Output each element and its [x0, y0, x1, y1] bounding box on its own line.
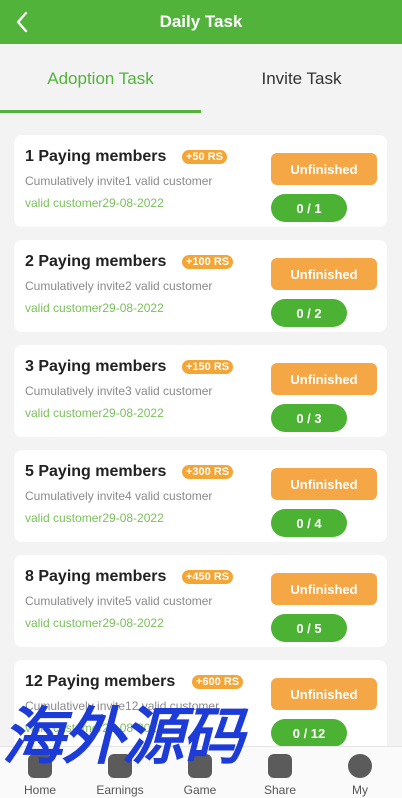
task-date: valid customer29-08-2022 — [25, 301, 164, 315]
progress-pill: 0 / 1 — [271, 194, 347, 222]
task-date: valid customer29-08-2022 — [25, 721, 164, 735]
task-card: 5 Paying members +300 RS Cumulatively in… — [14, 450, 387, 542]
tabbar-item-my[interactable]: My — [320, 747, 400, 798]
progress-pill: 0 / 4 — [271, 509, 347, 537]
tabbar-label-share: Share — [263, 783, 297, 797]
task-card: 2 Paying members +100 RS Cumulatively in… — [14, 240, 387, 332]
task-date: valid customer29-08-2022 — [25, 616, 164, 630]
reward-badge: +450 RS — [182, 570, 234, 584]
task-description: Cumulatively invite5 valid customer — [25, 594, 213, 608]
share-icon — [268, 754, 292, 778]
earnings-icon — [108, 754, 132, 778]
unfinished-button[interactable]: Unfinished — [271, 678, 377, 710]
task-card: 3 Paying members +150 RS Cumulatively in… — [14, 345, 387, 437]
unfinished-button[interactable]: Unfinished — [271, 258, 377, 290]
progress-pill: 0 / 5 — [271, 614, 347, 642]
task-card: 12 Paying members +600 RS Cumulatively i… — [14, 660, 387, 752]
progress-pill: 0 / 12 — [271, 719, 347, 747]
tabbar-item-share[interactable]: Share — [240, 747, 320, 798]
tabbar-label-game: Game — [183, 783, 217, 797]
task-date: valid customer29-08-2022 — [25, 511, 164, 525]
my-icon — [348, 754, 372, 778]
tabbar-item-game[interactable]: Game — [160, 747, 240, 798]
task-name: 12 Paying members — [25, 673, 176, 690]
page-title: Daily Task — [159, 12, 243, 31]
task-description: Cumulatively invite4 valid customer — [25, 489, 213, 503]
tab-adoption-task[interactable]: Adoption Task — [0, 44, 201, 114]
tabbar-item-earnings[interactable]: Earnings — [80, 747, 160, 798]
tabbar-item-home[interactable]: Home — [0, 747, 80, 798]
task-name: 5 Paying members — [25, 463, 167, 480]
progress-pill: 0 / 3 — [271, 404, 347, 432]
task-name: 1 Paying members — [25, 148, 167, 165]
app-header: Daily Task — [0, 0, 402, 44]
reward-badge: +150 RS — [182, 360, 234, 374]
task-name: 2 Paying members — [25, 253, 167, 270]
task-list: 1 Paying members +50 RS Cumulatively inv… — [14, 135, 387, 765]
unfinished-button[interactable]: Unfinished — [271, 363, 377, 395]
reward-badge: +100 RS — [182, 255, 234, 269]
progress-pill: 0 / 2 — [271, 299, 347, 327]
reward-badge: +50 RS — [182, 150, 227, 164]
unfinished-button[interactable]: Unfinished — [271, 573, 377, 605]
task-tabs: Adoption Task Invite Task — [0, 44, 402, 114]
task-date: valid customer29-08-2022 — [25, 406, 164, 420]
bottom-tab-bar: Home Earnings Game Share My — [0, 746, 402, 798]
task-description: Cumulatively invite3 valid customer — [25, 384, 213, 398]
task-name: 8 Paying members — [25, 568, 167, 585]
home-icon — [28, 754, 52, 778]
tabbar-label-home: Home — [23, 783, 56, 797]
tabbar-label-my: My — [352, 783, 368, 797]
task-date: valid customer29-08-2022 — [25, 196, 164, 210]
task-description: Cumulatively invite12 valid customer — [25, 699, 220, 713]
unfinished-button[interactable]: Unfinished — [271, 468, 377, 500]
task-name: 3 Paying members — [25, 358, 167, 375]
reward-badge: +600 RS — [192, 675, 244, 689]
task-card: 1 Paying members +50 RS Cumulatively inv… — [14, 135, 387, 227]
task-description: Cumulatively invite1 valid customer — [25, 174, 213, 188]
unfinished-button[interactable]: Unfinished — [271, 153, 377, 185]
task-card: 8 Paying members +450 RS Cumulatively in… — [14, 555, 387, 647]
game-icon — [188, 754, 212, 778]
tabbar-label-earnings: Earnings — [96, 783, 144, 797]
tab-invite-task[interactable]: Invite Task — [201, 44, 402, 114]
reward-badge: +300 RS — [182, 465, 234, 479]
task-description: Cumulatively invite2 valid customer — [25, 279, 213, 293]
